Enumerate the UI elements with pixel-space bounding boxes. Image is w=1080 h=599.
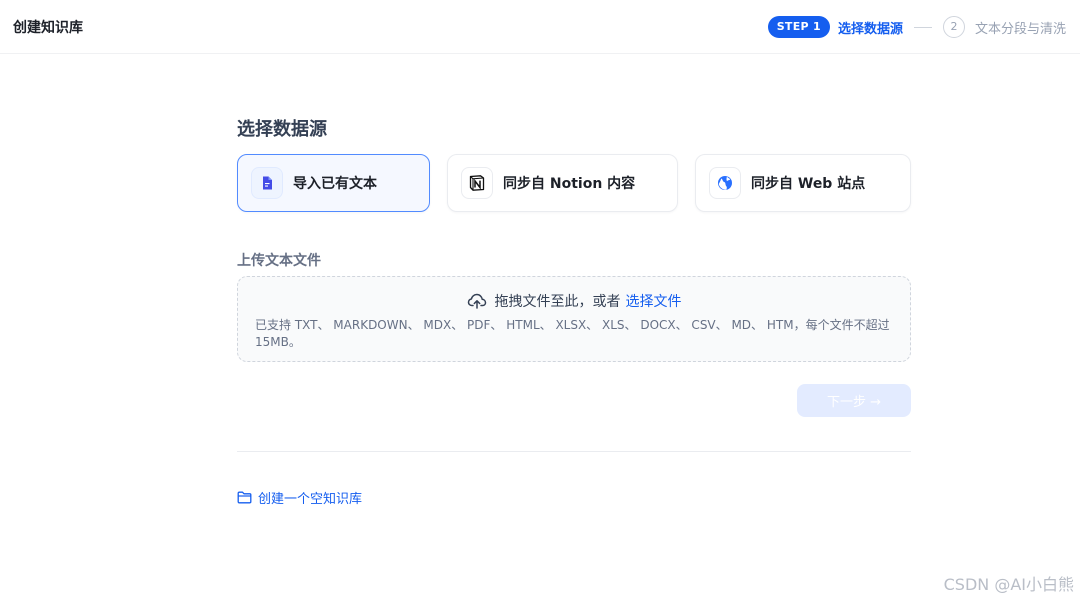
document-icon <box>251 167 283 199</box>
source-card-label: 同步自 Notion 内容 <box>503 176 636 192</box>
step-1-badge: STEP 1 <box>767 16 830 38</box>
step-indicator: STEP 1 选择数据源 2 文本分段与清洗 <box>767 15 1080 39</box>
dropzone-main-text: 拖拽文件至此，或者 选择文件 <box>238 291 910 311</box>
source-card-label: 同步自 Web 站点 <box>751 176 866 192</box>
step-2-number: 2 <box>943 16 965 38</box>
globe-icon <box>709 167 741 199</box>
next-step-button[interactable]: 下一步 → <box>797 384 911 417</box>
supported-formats-hint: 已支持 TXT、 MARKDOWN、 MDX、 PDF、 HTML、 XLSX、… <box>255 318 890 349</box>
page-title: 创建知识库 <box>13 20 83 36</box>
source-card-label: 导入已有文本 <box>293 176 377 192</box>
section-title: 选择数据源 <box>237 119 327 140</box>
cloud-upload-icon <box>467 293 487 309</box>
source-card-notion[interactable]: 同步自 Notion 内容 <box>447 154 678 212</box>
file-dropzone[interactable]: 拖拽文件至此，或者 选择文件 已支持 TXT、 MARKDOWN、 MDX、 P… <box>237 276 911 362</box>
step-connector <box>914 26 932 28</box>
source-card-import-text[interactable]: 导入已有文本 <box>237 154 430 212</box>
create-empty-kb-label: 创建一个空知识库 <box>258 492 363 507</box>
notion-logo-icon <box>461 167 493 199</box>
step-1-label: 选择数据源 <box>837 21 903 37</box>
folder-icon <box>237 491 252 504</box>
step-2-label: 文本分段与清洗 <box>975 21 1067 37</box>
page-header: 创建知识库 STEP 1 选择数据源 2 文本分段与清洗 <box>0 0 1080 54</box>
browse-files-link[interactable]: 选择文件 <box>626 291 682 311</box>
create-empty-kb-link[interactable]: 创建一个空知识库 <box>237 488 362 507</box>
source-card-web[interactable]: 同步自 Web 站点 <box>695 154 911 212</box>
divider <box>237 451 911 452</box>
watermark: CSDN @AI小白熊 <box>943 575 1074 594</box>
drop-instruction: 拖拽文件至此，或者 <box>494 294 621 310</box>
upload-label: 上传文本文件 <box>237 253 321 269</box>
